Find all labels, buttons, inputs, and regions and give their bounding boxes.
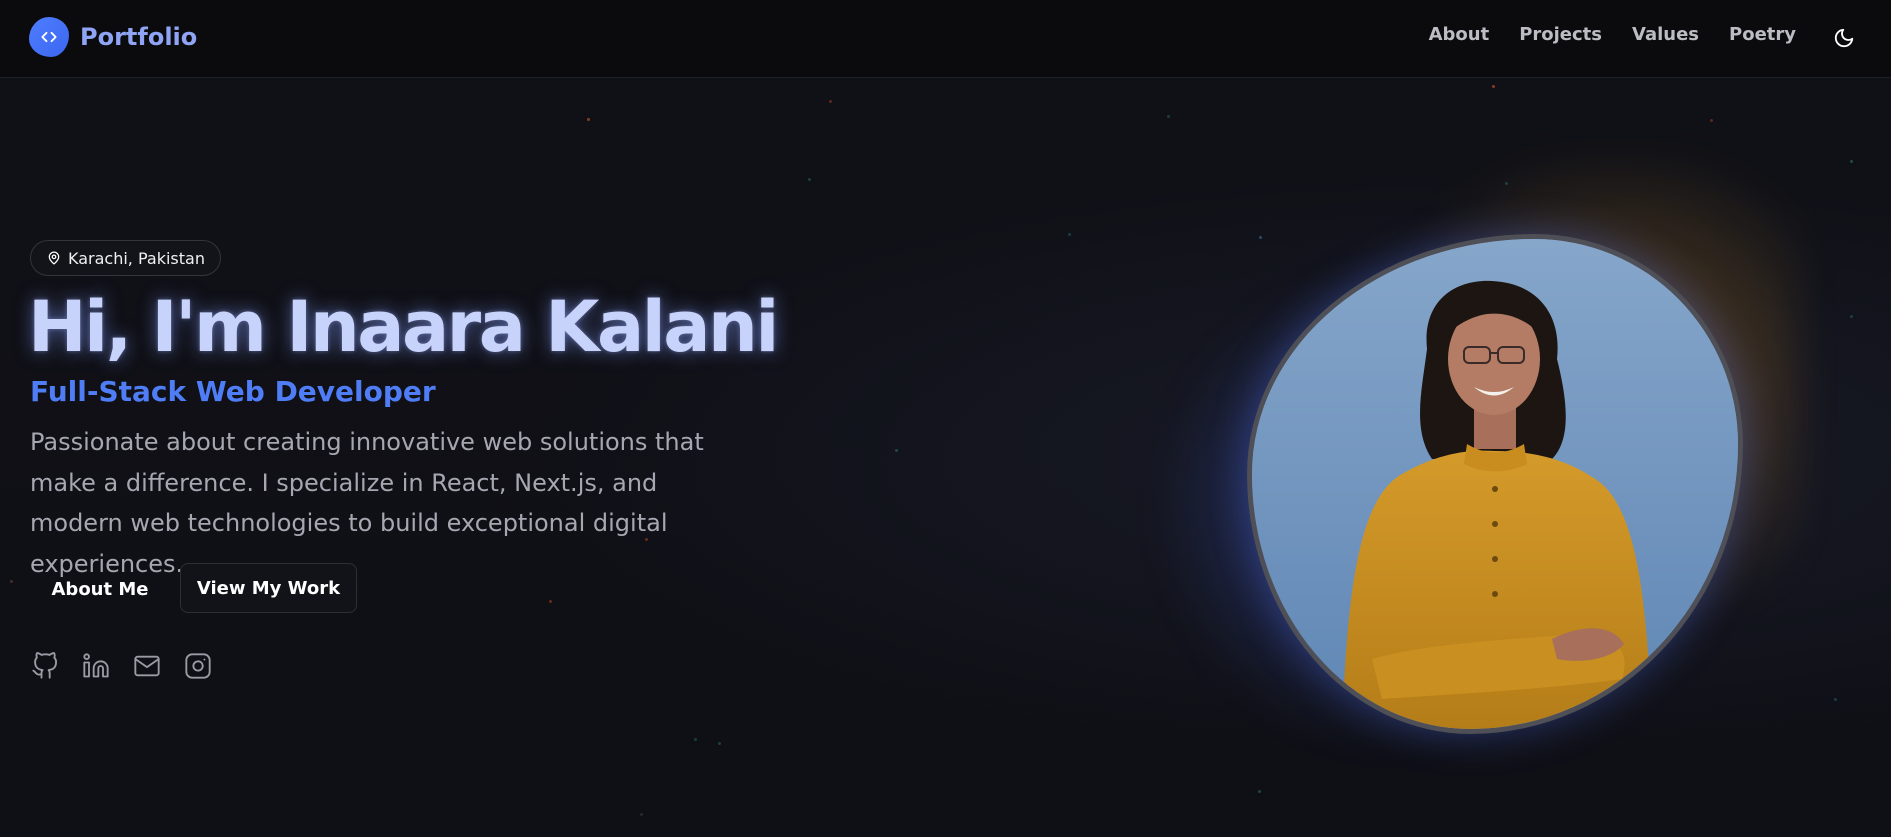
brand-link[interactable]: Portfolio <box>29 17 197 57</box>
page: Portfolio About Projects Values Poetry K… <box>0 0 1891 837</box>
hero-description: Passionate about creating innovative web… <box>30 428 704 578</box>
nav-values[interactable]: Values <box>1632 24 1699 45</box>
hero-title: Hi, I'm Inaara Kalani <box>28 286 779 368</box>
linkedin-icon <box>83 653 109 678</box>
nav-poetry[interactable]: Poetry <box>1729 24 1796 45</box>
nav-about[interactable]: About <box>1429 24 1490 45</box>
map-pin-icon <box>48 251 60 265</box>
github-icon <box>32 652 58 679</box>
mail-icon <box>134 655 160 677</box>
linkedin-link[interactable] <box>81 651 111 681</box>
code-icon <box>29 17 69 57</box>
about-me-button[interactable]: About Me <box>30 564 170 614</box>
instagram-icon <box>185 653 211 679</box>
brand-name: Portfolio <box>80 23 198 51</box>
location-badge: Karachi, Pakistan <box>30 240 221 276</box>
theme-toggle-button[interactable] <box>1831 25 1857 51</box>
hero-subtitle: Full-Stack Web Developer <box>30 375 436 408</box>
nav-projects[interactable]: Projects <box>1519 24 1602 45</box>
location-text: Karachi, Pakistan <box>68 248 205 268</box>
email-link[interactable] <box>132 651 162 681</box>
top-navbar: Portfolio About Projects Values Poetry <box>0 0 1891 78</box>
github-link[interactable] <box>30 651 60 681</box>
moon-icon <box>1834 28 1854 48</box>
instagram-link[interactable] <box>183 651 213 681</box>
view-my-work-button[interactable]: View My Work <box>180 563 357 613</box>
social-links <box>30 651 213 681</box>
main-nav: About Projects Values Poetry <box>1429 24 1796 45</box>
